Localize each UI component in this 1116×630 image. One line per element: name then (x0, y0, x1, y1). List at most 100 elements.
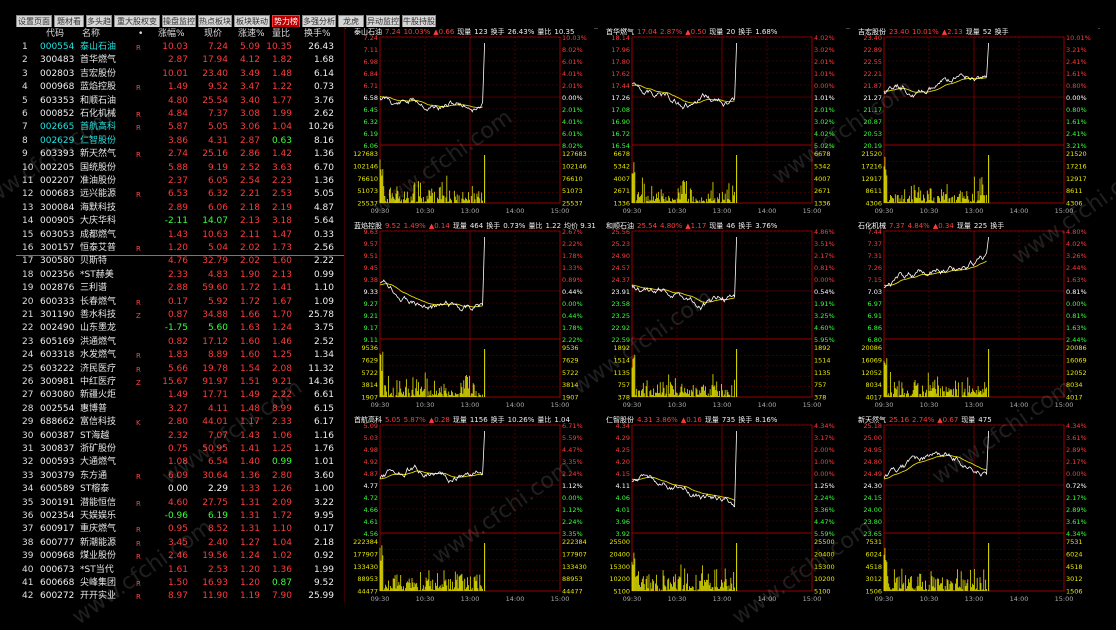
stock-row[interactable]: 16 300157 恒泰艾普 R 1.20 5.04 2.02 1.73 2.56 (16, 242, 344, 255)
stock-row[interactable]: 10 002205 国统股份 5.88 9.19 2.52 3.63 6.70 (16, 162, 344, 175)
header-speed[interactable]: 涨速% (238, 27, 265, 41)
turnover-value: 26.43% (507, 28, 535, 36)
stock-volume-ratio: 2.13 (271, 269, 292, 280)
header-price[interactable]: 现价 (204, 27, 222, 41)
stock-speed: 2.86 (239, 149, 260, 160)
stock-row[interactable]: 8 002629 仁智股份 3.86 4.31 2.87 0.63 8.16 (16, 135, 344, 148)
stock-change: 10.03 (162, 42, 188, 52)
stock-speed: 2.13 (239, 216, 260, 227)
tab-2[interactable]: 多头趋 (86, 15, 112, 27)
tab-4[interactable]: 操盘监控 (162, 15, 196, 27)
stock-row[interactable]: 24 603318 水发燃气 R 1.83 8.89 1.60 1.25 1.34 (16, 349, 344, 362)
percent-axis-label: 3.61% (1066, 518, 1087, 526)
stock-row[interactable]: 21 301190 善水科技 Z 0.87 34.88 1.66 1.70 25.78 (16, 309, 344, 322)
stock-name: 远兴能源 (80, 189, 117, 200)
stock-row[interactable]: 39 000968 煤业股份 R 2.46 19.56 1.24 1.02 0.92 (16, 550, 344, 563)
price-axis-label: 22.21 (863, 70, 882, 78)
stock-row[interactable]: 31 300837 浙矿股份 0.75 50.95 1.41 1.25 1.76 (16, 443, 344, 456)
stock-row[interactable]: 23 605169 洪通燃气 0.82 17.12 1.60 1.46 2.52 (16, 336, 344, 349)
stock-row[interactable]: 36 002354 天娱娱乐 -0.96 6.19 1.31 1.72 9.95 (16, 510, 344, 523)
stock-row[interactable]: 37 600917 重庆燃气 R 0.95 8.52 1.31 1.10 0.17 (16, 523, 344, 536)
header-turnover[interactable]: 换手% (304, 27, 331, 41)
tab-5[interactable]: 热点板块 (198, 15, 232, 27)
stock-row[interactable]: 42 600272 开开实业 R 8.97 11.90 1.19 7.90 25.99 (16, 590, 344, 603)
intraday-chart-panel[interactable]: 7.24 7.11 6.98 6.84 6.71 6.58 6.45 6.32 6.19 6.06… (346, 27, 594, 219)
stock-speed: 4.12 (239, 55, 260, 66)
stock-row[interactable]: 30 600387 ST海越 2.32 7.07 1.43 1.06 1.16 (16, 430, 344, 443)
stock-row[interactable]: 32 000593 大通燃气 1.08 6.54 1.40 0.99 1.01 (16, 456, 344, 469)
tab-6[interactable]: 板块联动 (234, 15, 270, 27)
intraday-chart-panel[interactable]: 23.40 22.89 22.55 22.21 21.87 21.27 21.17 20.87… (850, 27, 1098, 219)
percent-axis-label: 0.00% (1066, 94, 1087, 102)
stock-row[interactable]: 2 300483 首华燃气 2.87 17.94 4.12 1.82 1.68 (16, 54, 344, 67)
stock-row[interactable]: 34 600589 ST榕泰 0.00 2.29 1.33 1.26 1.00 (16, 483, 344, 496)
time-axis-label: 10:30 (416, 207, 435, 215)
stock-row[interactable]: 14 000905 大庆华科 -2.11 14.07 2.13 3.18 5.64 (16, 215, 344, 228)
intraday-chart-panel[interactable]: 5.09 5.03 4.98 4.92 4.87 4.77 4.72 4.66 4.61 4.56… (346, 415, 594, 607)
header-dot[interactable]: • (138, 27, 143, 41)
stock-row[interactable]: 18 002356 *ST赫美 2.33 4.83 1.90 2.13 0.99 (16, 269, 344, 282)
stock-change: 8.97 (167, 591, 188, 602)
intraday-chart-panel[interactable]: 4.34 4.29 4.25 4.20 4.15 4.11 4.06 4.01 3.96 3.92… (598, 415, 846, 607)
header-change[interactable]: 涨幅% (158, 27, 185, 41)
volume-axis-label: 127683 (353, 150, 378, 158)
stock-row[interactable]: 12 000683 远兴能源 R 6.53 6.32 2.21 2.53 5.05 (16, 188, 344, 201)
tab-3[interactable]: 重大股权变更 (114, 15, 160, 38)
volume-axis-label: 127683 (562, 150, 587, 158)
stock-row[interactable]: 15 603053 成都燃气 1.43 10.63 2.11 1.47 0.33 (16, 229, 344, 242)
intraday-chart-panel[interactable]: 25.18 25.00 24.95 24.80 24.49 24.30 24.15 24.00… (850, 415, 1098, 607)
tab-10[interactable]: 异动监控 (366, 15, 400, 27)
tab-7[interactable]: 势力榜 (272, 15, 300, 27)
stock-row[interactable]: 41 600668 尖峰集团 R 1.50 16.93 1.20 0.87 9.52 (16, 577, 344, 590)
header-code[interactable]: 代码 (46, 27, 64, 41)
stock-row[interactable]: 6 000852 石化机械 R 4.84 7.37 3.08 1.99 2.62 (16, 108, 344, 121)
stock-change: 2.89 (167, 202, 188, 213)
tab-9[interactable]: 龙虎 (338, 15, 364, 27)
stock-price: 6.32 (207, 189, 228, 200)
intraday-chart-panel[interactable]: 7.44 7.37 7.31 7.26 7.15 7.03 6.97 6.91 6.86 6.80… (850, 221, 1098, 413)
stock-volume-ratio: 2.23 (271, 176, 292, 186)
stock-row[interactable]: 19 002876 三利谱 2.88 59.60 1.72 1.41 1.10 (16, 282, 344, 295)
price-axis-label: 6.80 (868, 336, 882, 344)
stock-row[interactable]: 40 000673 *ST当代 1.61 2.53 1.20 1.36 1.99 (16, 564, 344, 577)
stock-row[interactable]: 1 000554 泰山石油 R 10.03 7.24 5.09 10.35 26.43 (16, 41, 344, 54)
stock-row[interactable]: 26 300981 中红医疗 Z 15.67 91.97 1.51 9.21 14.36 (16, 376, 344, 389)
turnover-label: 换手 (738, 28, 753, 36)
stock-row[interactable]: 33 300379 东方通 R 6.09 30.64 1.36 2.80 3.60 (16, 470, 344, 483)
stock-flag: R (136, 365, 141, 374)
stock-row[interactable]: 27 603080 新疆火炬 1.49 17.71 1.49 2.22 6.61 (16, 389, 344, 402)
stock-row[interactable]: 13 300084 海默科技 2.89 6.06 2.18 2.19 4.87 (16, 202, 344, 215)
stock-row[interactable]: 28 002554 惠博普 3.27 4.11 1.48 8.99 6.15 (16, 403, 344, 416)
stock-row[interactable]: 11 002207 准油股份 2.37 6.05 2.54 2.23 1.36 (16, 175, 344, 188)
stock-row[interactable]: 17 300580 贝斯特 4.76 32.79 2.02 1.60 2.22 (16, 255, 344, 268)
intraday-chart-panel[interactable]: 25.56 25.23 24.90 24.57 24.37 23.91 23.58 23.25… (598, 221, 846, 413)
intraday-chart: 25.1825.0024.9524.8024.4924.3024.1524.00… (863, 422, 1087, 603)
stock-flag: R (136, 191, 141, 200)
tab-8[interactable]: 多强分析 (302, 15, 336, 27)
stock-row[interactable]: 25 603222 济民医疗 R 5.66 19.78 1.54 2.08 11.32 (16, 363, 344, 376)
intraday-chart-panel[interactable]: 9.63 9.57 9.51 9.45 9.38 9.33 9.27 9.21 9.17 9.11… (346, 221, 596, 413)
stock-change: 1.50 (167, 578, 188, 588)
price-axis-label: 23.25 (611, 312, 630, 320)
stock-row[interactable]: 4 000968 蓝焰控股 R 1.49 9.52 3.47 1.22 0.73 (16, 81, 344, 94)
stock-row[interactable]: 22 002490 山东墨龙 -1.75 5.60 1.63 1.24 3.75 (16, 322, 344, 335)
stock-row[interactable]: 20 600333 长春燃气 R 0.17 5.92 1.72 1.67 1.09 (16, 296, 344, 309)
stock-row[interactable]: 38 600777 新潮能源 R 3.45 2.40 1.27 1.04 2.18 (16, 537, 344, 550)
intraday-chart-panel[interactable]: 18.14 17.96 17.80 17.62 17.44 17.26 17.08 16.90… (598, 27, 846, 219)
header-name[interactable]: 名称 (82, 27, 100, 41)
stock-row[interactable]: 7 002665 首航高科 R 5.87 5.05 3.06 1.04 10.26 (16, 121, 344, 134)
stock-row[interactable]: 35 300191 潜能恒信 R 4.60 27.75 1.31 2.09 3.22 (16, 497, 344, 510)
stock-row[interactable]: 29 688662 富信科技 K 2.80 44.01 1.17 2.33 6.17 (16, 416, 344, 429)
tab-0[interactable]: 设置页面 (16, 15, 52, 27)
intraday-chart: 9.639.579.519.459.389.339.279.219.179.11… (361, 228, 582, 409)
tab-11[interactable]: 牛股持股 (402, 15, 436, 27)
tab-1[interactable]: 题材看盘 (54, 15, 84, 38)
price-axis-label: 7.03 (868, 288, 882, 296)
stock-row[interactable]: 3 002803 吉宏股份 10.01 23.40 3.49 1.48 6.14 (16, 68, 344, 81)
stock-row[interactable]: 9 603393 新天然气 R 2.74 25.16 2.86 1.42 1.36 (16, 148, 344, 161)
stock-row[interactable]: 5 603353 和顺石油 4.80 25.54 3.40 1.77 3.76 (16, 95, 344, 108)
header-volume-ratio[interactable]: 量比 (272, 27, 290, 41)
time-axis-label: 09:30 (623, 207, 642, 215)
stock-turnover: 1.68 (313, 55, 334, 66)
stock-turnover: 25.78 (308, 310, 334, 320)
